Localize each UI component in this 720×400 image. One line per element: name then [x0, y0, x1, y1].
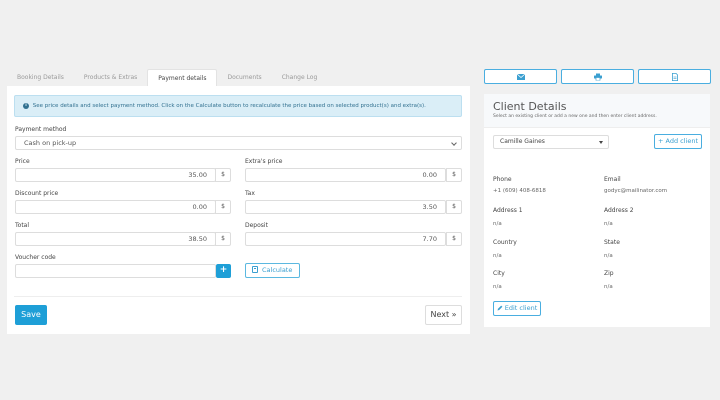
client-header: Client Details Select an existing client…	[484, 94, 710, 128]
city-value: n/a	[493, 284, 502, 290]
extras-value: 0.00	[422, 171, 437, 179]
add-client-button[interactable]: + Add client	[654, 134, 702, 149]
voucher-add-button[interactable]: +	[216, 264, 231, 278]
email-button[interactable]	[484, 69, 557, 84]
print-icon	[593, 73, 602, 80]
voucher-input[interactable]	[15, 264, 216, 278]
pencil-icon	[497, 305, 503, 310]
extras-label: Extra's price	[245, 158, 283, 165]
tab-documents[interactable]: Documents	[217, 69, 271, 87]
client-details-panel: Client Details Select an existing client…	[484, 94, 710, 327]
envelope-icon	[516, 73, 525, 80]
tab-payment-details[interactable]: Payment details	[147, 69, 218, 87]
client-title: Client Details	[493, 100, 567, 113]
price-currency: $	[215, 168, 231, 182]
extras-input[interactable]: 0.00	[245, 168, 446, 182]
state-label: State	[604, 239, 620, 246]
zip-label: Zip	[604, 270, 614, 277]
payment-method-select[interactable]: Cash on pick-up	[15, 136, 462, 150]
price-input[interactable]: 35.00	[15, 168, 216, 182]
country-value: n/a	[493, 253, 502, 259]
extras-currency: $	[446, 168, 462, 182]
tab-change-log[interactable]: Change Log	[272, 69, 328, 87]
client-select[interactable]: Camille Gaines	[493, 135, 609, 149]
email-label: Email	[604, 176, 621, 183]
deposit-currency: $	[446, 232, 462, 246]
tax-label: Tax	[245, 190, 255, 197]
email-value: godyc@mailinator.com	[604, 188, 668, 194]
edit-client-button[interactable]: Edit client	[493, 301, 541, 316]
tab-booking-details[interactable]: Booking Details	[7, 69, 74, 87]
info-circle-icon: i	[23, 102, 29, 109]
zip-value: n/a	[604, 284, 613, 290]
discount-input[interactable]: 0.00	[15, 200, 216, 214]
document-icon	[671, 72, 678, 81]
deposit-label: Deposit	[245, 222, 268, 229]
print-button[interactable]	[561, 69, 634, 84]
client-subtitle: Select an existing client or add a new o…	[493, 114, 657, 119]
phone-label: Phone	[493, 176, 512, 183]
calculator-icon	[252, 266, 258, 273]
voucher-label: Voucher code	[15, 254, 56, 261]
edit-client-label: Edit client	[504, 304, 538, 312]
booking-tabs: Booking Details Products & Extras Paymen…	[7, 69, 470, 87]
price-label: Price	[15, 158, 30, 165]
address1-value: n/a	[493, 221, 502, 227]
info-alert: i See price details and select payment m…	[14, 95, 462, 117]
document-button[interactable]	[638, 69, 711, 84]
total-currency: $	[215, 232, 231, 246]
tax-input[interactable]: 3.50	[245, 200, 446, 214]
tax-currency: $	[446, 200, 462, 214]
tax-value: 3.50	[422, 203, 437, 211]
discount-currency: $	[215, 200, 231, 214]
client-select-value: Camille Gaines	[500, 138, 545, 145]
address2-value: n/a	[604, 221, 613, 227]
calculate-label: Calculate	[262, 266, 293, 274]
caret-down-icon	[599, 141, 603, 144]
state-value: n/a	[604, 253, 613, 259]
payment-method-value: Cash on pick-up	[24, 139, 77, 147]
calculate-button[interactable]: Calculate	[245, 263, 301, 278]
payment-details-panel: i See price details and select payment m…	[7, 86, 470, 334]
country-label: Country	[493, 239, 517, 246]
city-label: City	[493, 270, 505, 277]
address2-label: Address 2	[604, 207, 634, 214]
deposit-input[interactable]: 7.70	[245, 232, 446, 246]
info-text: See price details and select payment met…	[32, 103, 426, 109]
chevron-down-icon	[451, 140, 457, 146]
total-input[interactable]: 38.50	[15, 232, 216, 246]
tab-products-extras[interactable]: Products & Extras	[74, 69, 147, 87]
total-value: 38.50	[188, 235, 207, 243]
discount-value: 0.00	[192, 203, 207, 211]
save-button[interactable]: Save	[15, 305, 47, 325]
deposit-value: 7.70	[422, 235, 437, 243]
next-button[interactable]: Next »	[425, 305, 462, 325]
divider	[14, 296, 462, 297]
phone-value: +1 (609) 408-6818	[493, 188, 546, 194]
address1-label: Address 1	[493, 207, 523, 214]
price-value: 35.00	[188, 171, 207, 179]
discount-label: Discount price	[15, 190, 59, 197]
payment-method-label: Payment method	[15, 126, 67, 133]
total-label: Total	[15, 222, 30, 229]
